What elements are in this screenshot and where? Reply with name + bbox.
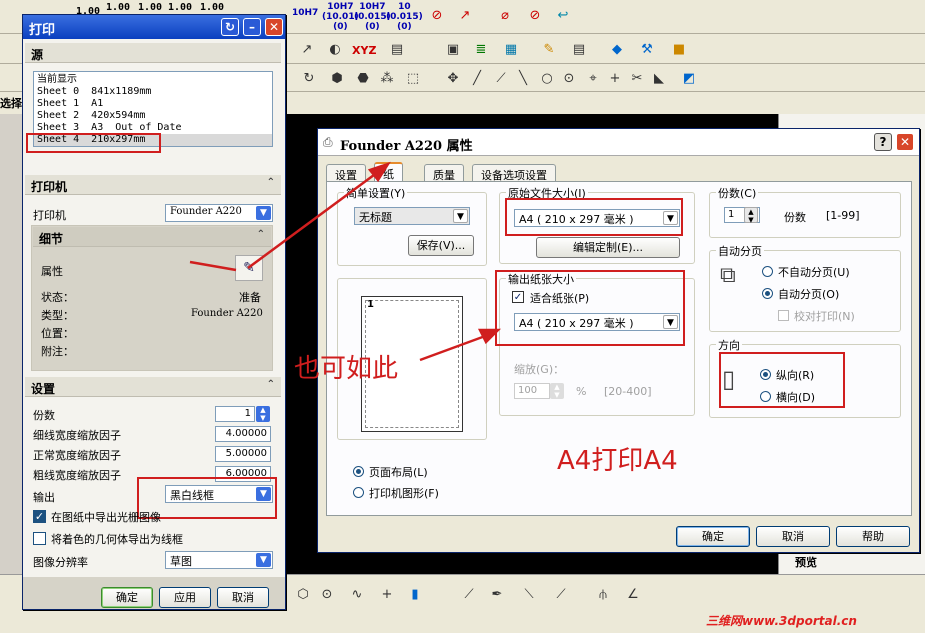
annotation-also-like-this: 也可如此 xyxy=(294,354,399,384)
arrow-head-simple xyxy=(367,161,391,183)
arrow-line-output xyxy=(419,333,489,362)
arrow-line-properties xyxy=(189,260,237,272)
watermark-text: 三维网www.3dportal.cn xyxy=(706,614,857,628)
annotation-arrows xyxy=(189,161,502,362)
arrow-line-to-simple xyxy=(247,170,379,270)
arrow-head-output xyxy=(477,328,502,345)
